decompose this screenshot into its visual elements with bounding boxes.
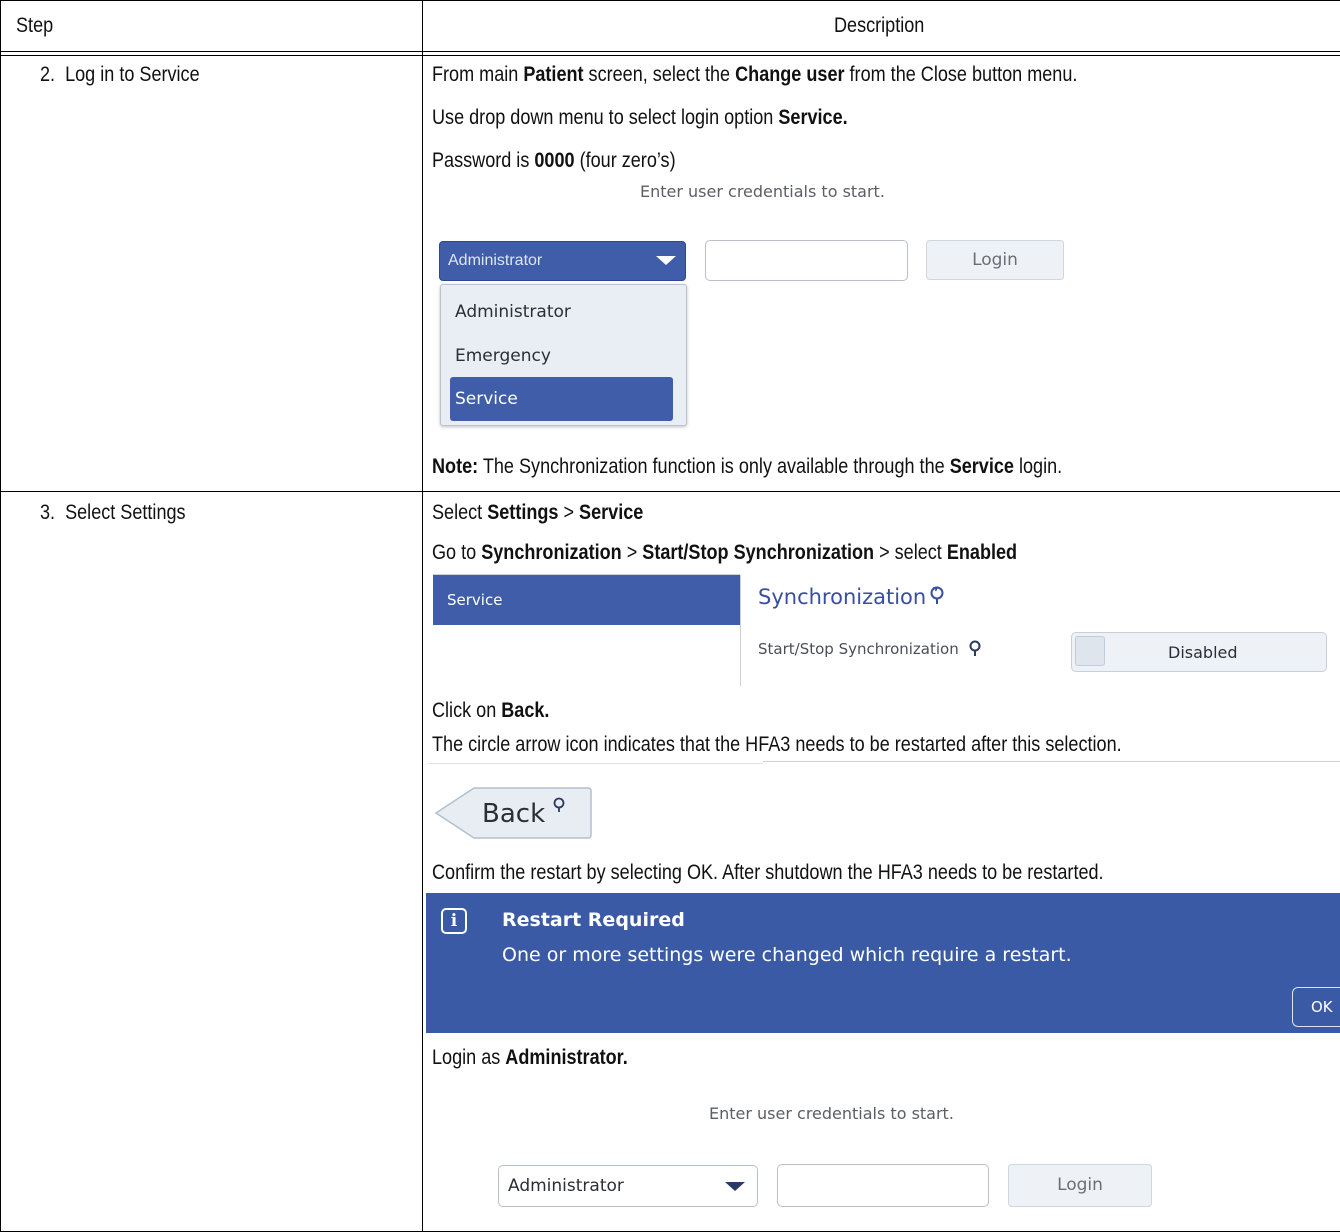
step-3-label: 3. Select Settings bbox=[40, 501, 186, 524]
settings-divider bbox=[740, 575, 741, 686]
restart-icon bbox=[969, 640, 981, 656]
row2-line1: From main Patient screen, select the Cha… bbox=[432, 63, 1078, 86]
header-step: Step bbox=[16, 14, 54, 37]
sync-title: Synchronization bbox=[758, 585, 946, 609]
step-2-label: 2. Log in to Service bbox=[40, 63, 200, 86]
password-field-2[interactable] bbox=[777, 1164, 989, 1207]
dialog-message: One or more settings were changed which … bbox=[502, 944, 1072, 966]
header-description: Description bbox=[834, 14, 925, 37]
option-administrator[interactable]: Administrator bbox=[455, 302, 571, 322]
procedure-table: Step Description 2. Log in to Service Fr… bbox=[0, 0, 1340, 1232]
chevron-down-icon bbox=[656, 256, 676, 265]
back-button-label: Back bbox=[482, 796, 567, 829]
user-select[interactable]: Administrator bbox=[439, 241, 686, 281]
row2-line2: Use drop down menu to select login optio… bbox=[432, 106, 848, 129]
login-button-2[interactable]: Login bbox=[1008, 1164, 1152, 1207]
user-select-2-value: Administrator bbox=[508, 1176, 624, 1196]
column-divider bbox=[422, 0, 423, 1232]
back-bar-rule-2 bbox=[763, 761, 1340, 762]
header-rule-double bbox=[0, 55, 1340, 56]
option-service[interactable]: Service bbox=[450, 377, 673, 421]
user-select-value: Administrator bbox=[448, 252, 543, 269]
password-field[interactable] bbox=[705, 240, 908, 281]
user-select-2[interactable]: Administrator bbox=[498, 1165, 758, 1207]
row3-line5: Confirm the restart by selecting OK. Aft… bbox=[432, 861, 1104, 884]
header-rule bbox=[0, 51, 1340, 52]
login-button[interactable]: Login bbox=[926, 240, 1064, 280]
toggle-knob[interactable] bbox=[1075, 636, 1105, 666]
row3-line4: The circle arrow icon indicates that the… bbox=[432, 733, 1122, 756]
table-border-left bbox=[0, 0, 1, 1232]
back-bar-rule bbox=[428, 763, 763, 764]
row2-line3: Password is 0000 (four zero’s) bbox=[432, 149, 676, 172]
ok-button[interactable]: OK bbox=[1292, 987, 1340, 1027]
dialog-title: Restart Required bbox=[502, 909, 685, 931]
chevron-down-icon bbox=[725, 1182, 745, 1191]
row3-line2: Go to Synchronization > Start/Stop Synch… bbox=[432, 541, 1018, 564]
table-border-top bbox=[0, 0, 1340, 1]
settings-tab-service[interactable]: Service bbox=[433, 575, 740, 625]
login2-hint: Enter user credentials to start. bbox=[709, 1104, 954, 1123]
restart-icon bbox=[930, 586, 944, 604]
row3-line3: Click on Back. bbox=[432, 699, 550, 722]
toggle-state: Disabled bbox=[1168, 643, 1238, 662]
row3-line1: Select Settings > Service bbox=[432, 501, 644, 524]
restart-icon bbox=[553, 797, 565, 812]
row-divider bbox=[0, 491, 1340, 492]
row3-line6: Login as Administrator. bbox=[432, 1046, 628, 1069]
row2-note: Note: The Synchronization function is on… bbox=[432, 455, 1063, 478]
sync-row-label: Start/Stop Synchronization bbox=[758, 639, 983, 658]
sync-toggle[interactable]: Disabled bbox=[1071, 632, 1327, 672]
info-icon: i bbox=[441, 908, 467, 934]
user-dropdown: Administrator Emergency Service bbox=[440, 284, 687, 426]
option-emergency[interactable]: Emergency bbox=[455, 346, 551, 366]
restart-dialog: i Restart Required One or more settings … bbox=[426, 893, 1340, 1033]
login-hint: Enter user credentials to start. bbox=[640, 182, 885, 201]
